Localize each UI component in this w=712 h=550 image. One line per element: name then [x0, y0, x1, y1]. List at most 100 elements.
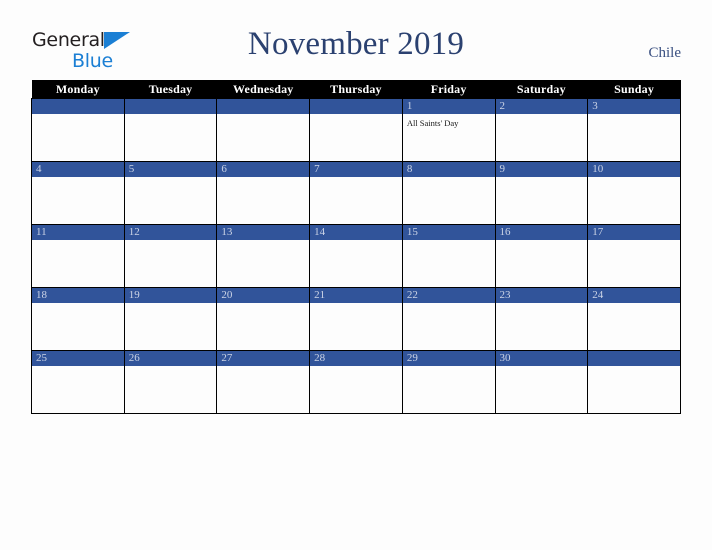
day-number: 18	[32, 288, 124, 303]
day-events	[403, 240, 495, 244]
calendar-day-cell[interactable]: 24	[587, 287, 681, 351]
calendar-day-cell[interactable]: 22	[401, 287, 496, 351]
day-number	[32, 99, 124, 114]
calendar-body: 1 All Saints' Day 2 3 4 5 6 7 8 9 10 11 12 13 14 15 16 17…	[31, 98, 681, 414]
calendar-day-cell[interactable]: 30	[494, 350, 589, 414]
calendar-day-cell[interactable]: 12	[123, 224, 218, 288]
weekday-header-sunday: Sunday	[587, 80, 681, 99]
calendar-day-cell[interactable]: 23	[494, 287, 589, 351]
day-events	[496, 240, 588, 244]
calendar-empty-cell[interactable]	[31, 98, 125, 162]
calendar-day-cell[interactable]: 13	[216, 224, 311, 288]
day-events	[125, 240, 217, 244]
calendar-day-cell[interactable]: 25	[31, 350, 125, 414]
calendar-day-cell[interactable]: 5	[123, 161, 218, 225]
day-events	[217, 366, 309, 370]
calendar-day-cell[interactable]: 19	[123, 287, 218, 351]
day-number	[217, 99, 310, 114]
day-number: 30	[495, 351, 588, 366]
day-number: 13	[217, 225, 310, 240]
day-number: 24	[588, 288, 680, 303]
calendar-day-cell[interactable]: 18	[31, 287, 125, 351]
weekday-header-row: Monday Tuesday Wednesday Thursday Friday…	[31, 80, 681, 99]
calendar-week-row: 11 12 13 14 15 16 17	[31, 224, 681, 288]
day-number: 1	[402, 99, 495, 114]
day-number: 20	[217, 288, 310, 303]
day-number: 8	[402, 162, 495, 177]
day-number	[124, 99, 217, 114]
calendar-day-cell[interactable]: 11	[31, 224, 125, 288]
day-events	[125, 114, 217, 118]
day-events	[217, 240, 309, 244]
day-events	[588, 303, 680, 307]
day-number: 26	[124, 351, 217, 366]
calendar-grid: Monday Tuesday Wednesday Thursday Friday…	[31, 80, 681, 414]
calendar-day-cell[interactable]: 14	[309, 224, 403, 288]
day-number: 4	[32, 162, 124, 177]
day-number: 29	[402, 351, 495, 366]
day-number: 14	[310, 225, 402, 240]
day-events	[496, 366, 588, 370]
weekday-header-friday: Friday	[402, 80, 496, 99]
calendar-week-row: 18 19 20 21 22 23 24	[31, 287, 681, 351]
calendar-day-cell[interactable]: 21	[309, 287, 403, 351]
day-events	[310, 177, 402, 181]
calendar-day-cell[interactable]: 2	[494, 98, 589, 162]
weekday-header-wednesday: Wednesday	[216, 80, 310, 99]
day-events	[217, 303, 309, 307]
calendar-day-cell[interactable]: 3	[587, 98, 681, 162]
day-number: 25	[32, 351, 124, 366]
day-events	[125, 303, 217, 307]
day-number: 27	[217, 351, 310, 366]
calendar-day-cell[interactable]: 16	[494, 224, 589, 288]
day-events	[496, 303, 588, 307]
calendar-empty-cell[interactable]	[309, 98, 403, 162]
day-events	[32, 366, 124, 370]
day-number: 15	[402, 225, 495, 240]
calendar-day-cell[interactable]: 20	[216, 287, 311, 351]
calendar-day-cell[interactable]: 10	[587, 161, 681, 225]
calendar-day-cell[interactable]: 28	[309, 350, 403, 414]
day-events	[496, 114, 588, 118]
calendar-empty-cell[interactable]	[123, 98, 218, 162]
calendar-day-cell[interactable]: 29	[401, 350, 496, 414]
day-events	[588, 366, 680, 370]
day-events	[310, 114, 402, 118]
day-number: 22	[402, 288, 495, 303]
calendar-day-cell[interactable]: 6	[216, 161, 311, 225]
calendar-empty-cell[interactable]	[587, 350, 681, 414]
day-events	[588, 114, 680, 118]
day-number: 19	[124, 288, 217, 303]
day-events	[310, 240, 402, 244]
day-events	[588, 177, 680, 181]
day-events	[403, 366, 495, 370]
calendar-day-cell[interactable]: 26	[123, 350, 218, 414]
calendar-day-cell[interactable]: 17	[587, 224, 681, 288]
day-number: 16	[495, 225, 588, 240]
day-events	[32, 240, 124, 244]
calendar-day-cell[interactable]: 1 All Saints' Day	[401, 98, 496, 162]
day-number: 3	[588, 99, 680, 114]
calendar-day-cell[interactable]: 15	[401, 224, 496, 288]
day-number	[310, 99, 402, 114]
calendar-day-cell[interactable]: 4	[31, 161, 125, 225]
calendar-week-row: 4 5 6 7 8 9 10	[31, 161, 681, 225]
day-events	[496, 177, 588, 181]
day-events	[32, 114, 124, 118]
weekday-header-saturday: Saturday	[495, 80, 588, 99]
calendar-day-cell[interactable]: 27	[216, 350, 311, 414]
page-title: November 2019	[247, 26, 465, 62]
day-number: 5	[124, 162, 217, 177]
day-number: 28	[310, 351, 402, 366]
day-number: 23	[495, 288, 588, 303]
day-number: 2	[495, 99, 588, 114]
day-events: All Saints' Day	[403, 114, 495, 129]
calendar-day-cell[interactable]: 9	[494, 161, 589, 225]
day-number: 11	[32, 225, 124, 240]
day-number: 10	[588, 162, 680, 177]
day-events	[217, 177, 309, 181]
day-number: 6	[217, 162, 310, 177]
calendar-day-cell[interactable]: 7	[309, 161, 403, 225]
calendar-day-cell[interactable]: 8	[401, 161, 496, 225]
calendar-empty-cell[interactable]	[216, 98, 311, 162]
